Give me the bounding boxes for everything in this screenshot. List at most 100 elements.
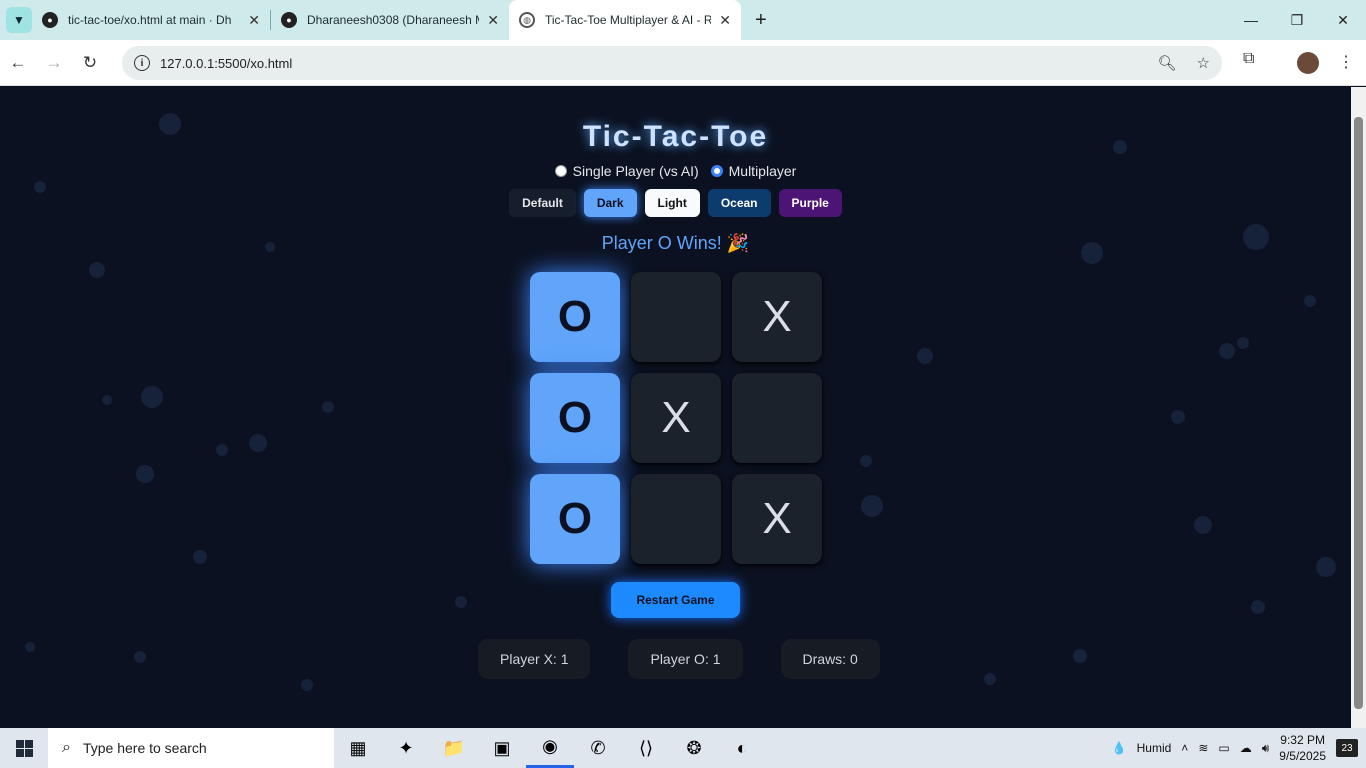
- background-dot: [102, 395, 112, 405]
- chevron-down-icon: ▼: [13, 13, 25, 27]
- theme-purple-button[interactable]: Purple: [778, 189, 842, 217]
- background-dot: [860, 455, 872, 467]
- board-cell-7[interactable]: O: [530, 474, 620, 564]
- windows-icon: [15, 739, 33, 757]
- board-cell-3[interactable]: X: [732, 272, 822, 362]
- close-window-icon[interactable]: ✕: [1320, 0, 1366, 40]
- search-placeholder: Type here to search: [82, 740, 207, 756]
- scrollbar-thumb[interactable]: [1354, 117, 1363, 709]
- chatgpt-icon[interactable]: ❂: [670, 728, 718, 768]
- weather-label[interactable]: Humid: [1137, 741, 1172, 755]
- background-dot: [193, 550, 207, 564]
- background-dot: [1219, 343, 1235, 359]
- score-player-x: Player X: 1: [478, 639, 591, 679]
- background-dot: [1251, 600, 1265, 614]
- board-cell-8[interactable]: [631, 474, 721, 564]
- theme-selector: Default Dark Light Ocean Purple: [0, 189, 1351, 217]
- system-tray: 💧 Humid ˄ ≋ ▭ ☁ 🔊︎ 9:32 PM 9/5/2025 23: [1112, 728, 1366, 768]
- theme-light-button[interactable]: Light: [644, 189, 700, 217]
- vscode-icon[interactable]: ⟨⟩: [622, 728, 670, 768]
- background-dot: [861, 495, 883, 517]
- browser-tab-2[interactable]: ● Dharaneesh0308 (Dharaneesh M ✕: [271, 0, 509, 40]
- board-cell-1[interactable]: O: [530, 272, 620, 362]
- menu-kebab-icon[interactable]: ⋮: [1338, 52, 1354, 72]
- reload-icon[interactable]: ↻: [72, 53, 108, 73]
- board-cell-4[interactable]: O: [530, 373, 620, 463]
- tab-search-button[interactable]: ▼: [6, 7, 32, 33]
- browser-tab-1[interactable]: ● tic-tac-toe/xo.html at main · Dh ✕: [32, 0, 270, 40]
- copilot-icon[interactable]: ✦: [382, 728, 430, 768]
- tab-title: Tic-Tac-Toe Multiplayer & AI - R: [545, 13, 712, 27]
- cloud-icon[interactable]: ☁: [1240, 741, 1252, 755]
- forward-icon[interactable]: →: [36, 53, 72, 73]
- background-dot: [1073, 649, 1087, 663]
- network-icon[interactable]: ≋: [1198, 741, 1208, 755]
- background-dot: [216, 444, 228, 456]
- site-info-icon[interactable]: i: [134, 55, 150, 71]
- background-dot: [1316, 557, 1336, 577]
- file-explorer-icon[interactable]: 📁: [430, 728, 478, 768]
- mode-label: Single Player (vs AI): [572, 163, 699, 179]
- background-dot: [917, 348, 933, 364]
- address-bar[interactable]: i 127.0.0.1:5500/xo.html 🔍︎ ☆: [122, 46, 1222, 80]
- store-icon[interactable]: ▣: [478, 728, 526, 768]
- battery-icon[interactable]: ▭: [1218, 741, 1229, 755]
- restore-icon[interactable]: ❐: [1274, 0, 1320, 40]
- weather-icon[interactable]: 💧: [1112, 741, 1127, 755]
- profile-avatar[interactable]: [1297, 52, 1319, 74]
- background-dot: [1171, 410, 1185, 424]
- clock-time: 9:32 PM: [1280, 733, 1325, 747]
- chevron-up-icon[interactable]: ˄: [1181, 741, 1188, 755]
- background-dot: [141, 386, 163, 408]
- background-dot: [25, 642, 35, 652]
- close-icon[interactable]: ✕: [487, 12, 499, 29]
- mode-multiplayer[interactable]: Multiplayer: [710, 163, 797, 179]
- new-tab-button[interactable]: +: [755, 9, 767, 32]
- mode-single-player[interactable]: Single Player (vs AI): [554, 163, 699, 179]
- extensions-icon[interactable]: ⧉: [1243, 50, 1254, 68]
- background-dot: [136, 465, 154, 483]
- task-view-icon[interactable]: ▦: [334, 728, 382, 768]
- back-icon[interactable]: ←: [0, 53, 36, 73]
- taskbar-search[interactable]: ⌕ Type here to search: [48, 728, 334, 768]
- clock[interactable]: 9:32 PM 9/5/2025: [1279, 732, 1326, 764]
- theme-dark-button[interactable]: Dark: [583, 189, 637, 217]
- background-dot: [1194, 516, 1212, 534]
- clock-date: 9/5/2025: [1279, 749, 1326, 763]
- tab-title: tic-tac-toe/xo.html at main · Dh: [68, 13, 232, 27]
- game-status: Player O Wins! 🎉: [601, 233, 750, 253]
- search-icon: ⌕: [62, 739, 71, 756]
- windows-taskbar: ⌕ Type here to search ▦ ✦ 📁 ▣ ◉ ✆ ⟨⟩ ❂ ◐…: [0, 728, 1366, 768]
- browser-tab-3[interactable]: ◍ Tic-Tac-Toe Multiplayer & AI - R ✕: [509, 0, 741, 40]
- mode-label: Multiplayer: [728, 163, 797, 179]
- bookmark-star-icon[interactable]: ☆: [1197, 54, 1210, 72]
- window-controls: — ❐ ✕: [1228, 0, 1366, 40]
- radio-multiplayer[interactable]: [710, 165, 723, 177]
- game-board: O X O X O X: [530, 272, 822, 564]
- theme-default-button[interactable]: Default: [509, 189, 576, 217]
- browser-toolbar: ← → ↻ i 127.0.0.1:5500/xo.html 🔍︎ ☆ ⧉: [0, 40, 1366, 86]
- radio-single-player[interactable]: [554, 165, 567, 177]
- board-cell-2[interactable]: [631, 272, 721, 362]
- start-button[interactable]: [0, 728, 48, 768]
- minimize-icon[interactable]: —: [1228, 0, 1274, 40]
- app-icon[interactable]: ◐: [718, 728, 766, 768]
- page-scrollbar[interactable]: [1351, 87, 1366, 728]
- theme-ocean-button[interactable]: Ocean: [707, 189, 771, 217]
- whatsapp-icon[interactable]: ✆: [574, 728, 622, 768]
- volume-icon[interactable]: 🔊︎: [1262, 741, 1270, 756]
- board-cell-6[interactable]: [732, 373, 822, 463]
- chrome-icon[interactable]: ◉: [526, 728, 574, 768]
- notifications-icon[interactable]: 23: [1336, 739, 1358, 757]
- close-icon[interactable]: ✕: [719, 12, 731, 29]
- background-dot: [1237, 337, 1249, 349]
- background-dot: [301, 679, 313, 691]
- zoom-icon[interactable]: 🔍︎: [1158, 54, 1177, 72]
- background-dot: [984, 673, 996, 685]
- globe-icon: ◍: [519, 12, 535, 28]
- restart-button[interactable]: Restart Game: [611, 582, 740, 618]
- background-dot: [455, 596, 467, 608]
- board-cell-5[interactable]: X: [631, 373, 721, 463]
- close-icon[interactable]: ✕: [248, 12, 260, 29]
- board-cell-9[interactable]: X: [732, 474, 822, 564]
